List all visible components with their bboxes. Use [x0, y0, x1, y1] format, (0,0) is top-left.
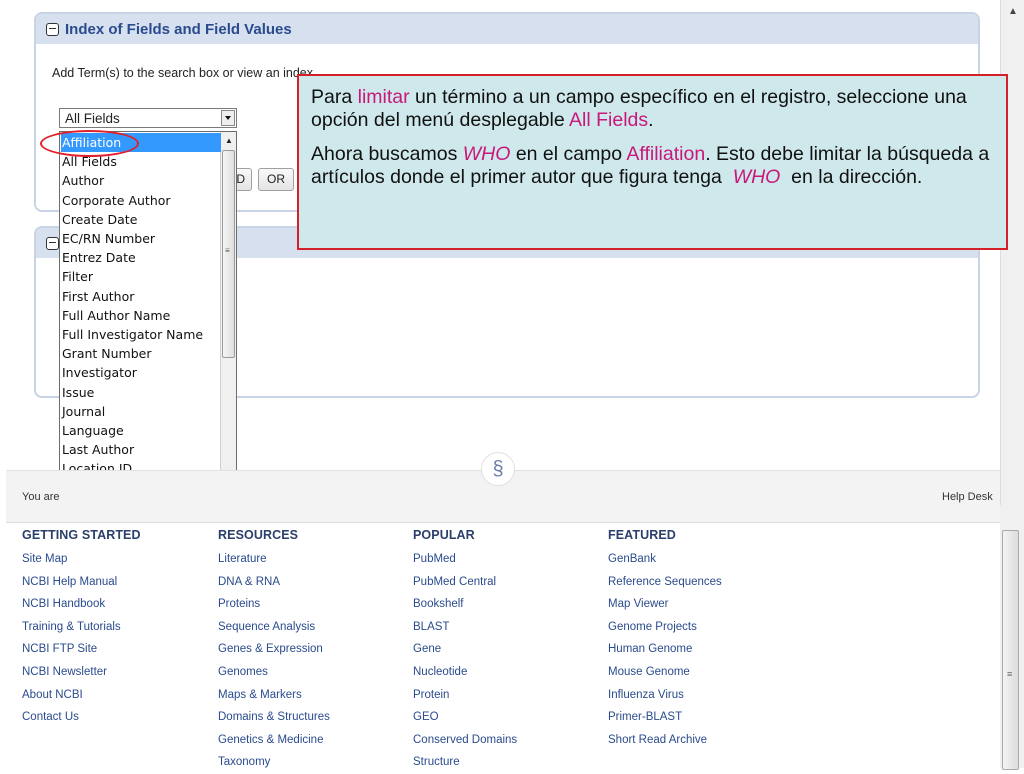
- dropdown-scroll-thumb[interactable]: ≡: [222, 150, 235, 358]
- footer-column: POPULAR PubMed PubMed Central Bookshelf BLAS…: [413, 528, 517, 774]
- callout-paragraph-1: Para limitar un término a un campo espec…: [311, 86, 994, 132]
- callout-text: Para: [311, 86, 358, 108]
- footer-link[interactable]: Genetics & Medicine: [218, 729, 330, 752]
- dropdown-option[interactable]: Grant Number: [61, 344, 221, 363]
- dropdown-scrollbar[interactable]: ▲ ≡ ▼: [220, 132, 236, 516]
- dropdown-option[interactable]: Investigator: [61, 363, 221, 382]
- footer-link[interactable]: Domains & Structures: [218, 706, 330, 729]
- footer-link[interactable]: Reference Sequences: [608, 571, 722, 594]
- callout-text: .: [648, 109, 654, 131]
- footer-link[interactable]: Proteins: [218, 593, 330, 616]
- footer-link[interactable]: Bookshelf: [413, 593, 517, 616]
- footer-column-title: GETTING STARTED: [22, 528, 141, 542]
- footer-link[interactable]: PubMed: [413, 548, 517, 571]
- footer-column-title: FEATURED: [608, 528, 676, 542]
- chevron-down-icon[interactable]: [221, 110, 235, 126]
- you-are-here-text: You are: [22, 491, 60, 503]
- footer-link[interactable]: Training & Tutorials: [22, 616, 141, 639]
- field-select-value: All Fields: [65, 111, 120, 126]
- index-helper-text: Add Term(s) to the search box or view an…: [52, 66, 317, 80]
- footer-link[interactable]: Site Map: [22, 548, 141, 571]
- index-panel-header[interactable]: Index of Fields and Field Values: [36, 14, 978, 44]
- field-select[interactable]: All Fields: [59, 108, 237, 128]
- grip-icon: ≡: [1007, 669, 1013, 679]
- callout-emphasis: WHO: [462, 143, 511, 165]
- footer-link[interactable]: Influenza Virus: [608, 684, 722, 707]
- dropdown-option[interactable]: Journal: [61, 402, 221, 421]
- footer-link[interactable]: Nucleotide: [413, 661, 517, 684]
- footer-link[interactable]: Sequence Analysis: [218, 616, 330, 639]
- field-dropdown-list[interactable]: ▲ ≡ ▼ AffiliationAll FieldsAuthorCorpora…: [59, 131, 237, 517]
- footer-column: GETTING STARTED Site Map NCBI Help Manual N…: [22, 528, 141, 729]
- footer-divider: [6, 522, 1000, 523]
- dropdown-option[interactable]: Language: [61, 421, 221, 440]
- footer-link[interactable]: GEO: [413, 706, 517, 729]
- dropdown-option[interactable]: Author: [61, 171, 221, 190]
- footer-link[interactable]: DNA & RNA: [218, 571, 330, 594]
- index-panel-title: Index of Fields and Field Values: [65, 20, 292, 38]
- dropdown-option[interactable]: Issue: [61, 383, 221, 402]
- footer-link[interactable]: Taxonomy: [218, 751, 330, 774]
- dropdown-option[interactable]: Last Author: [61, 440, 221, 459]
- footer-link[interactable]: Mouse Genome: [608, 661, 722, 684]
- grip-icon: ≡: [225, 246, 230, 255]
- help-desk-link[interactable]: Help Desk: [942, 491, 993, 503]
- ncbi-logo-icon: §: [481, 452, 515, 486]
- dropdown-option[interactable]: First Author: [61, 287, 221, 306]
- footer-link[interactable]: PubMed Central: [413, 571, 517, 594]
- dropdown-option[interactable]: Entrez Date: [61, 248, 221, 267]
- footer-link[interactable]: NCBI Newsletter: [22, 661, 141, 684]
- collapse-minus-icon[interactable]: [46, 236, 59, 250]
- dropdown-option[interactable]: EC/RN Number: [61, 229, 221, 248]
- footer-column-title: POPULAR: [413, 528, 475, 542]
- footer-link[interactable]: Literature: [218, 548, 330, 571]
- footer-link[interactable]: Genes & Expression: [218, 638, 330, 661]
- footer-link[interactable]: Short Read Archive: [608, 729, 722, 752]
- scroll-up-arrow-icon[interactable]: ▲: [1008, 6, 1018, 17]
- footer-link[interactable]: Conserved Domains: [413, 729, 517, 752]
- callout-emphasis: WHO: [732, 166, 781, 188]
- highlight-ellipse: [40, 130, 139, 157]
- collapse-minus-icon[interactable]: [46, 22, 59, 36]
- dropdown-option[interactable]: Full Investigator Name: [61, 325, 221, 344]
- callout-text: Ahora buscamos: [311, 143, 463, 165]
- footer-link[interactable]: Genome Projects: [608, 616, 722, 639]
- page-scrollbar-thumb[interactable]: ≡: [1002, 530, 1019, 770]
- footer-link[interactable]: GenBank: [608, 548, 722, 571]
- callout-emphasis: Affiliation: [626, 143, 706, 165]
- footer-link[interactable]: About NCBI: [22, 684, 141, 707]
- footer-link[interactable]: Map Viewer: [608, 593, 722, 616]
- footer-link[interactable]: Primer-BLAST: [608, 706, 722, 729]
- footer-link[interactable]: Structure: [413, 751, 517, 774]
- dropdown-option[interactable]: Filter: [61, 267, 221, 286]
- dropdown-option[interactable]: Create Date: [61, 210, 221, 229]
- instruction-callout: Para limitar un término a un campo espec…: [297, 74, 1008, 250]
- footer-link[interactable]: NCBI Help Manual: [22, 571, 141, 594]
- footer-column: RESOURCES Literature DNA & RNA Proteins Sequ…: [218, 528, 330, 774]
- footer-link[interactable]: NCBI FTP Site: [22, 638, 141, 661]
- footer-link[interactable]: Contact Us: [22, 706, 141, 729]
- callout-paragraph-2: Ahora buscamos WHO en el campo Affiliati…: [311, 143, 994, 189]
- callout-emphasis: All Fields: [569, 109, 649, 131]
- footer-column-title: RESOURCES: [218, 528, 299, 542]
- or-button[interactable]: OR: [258, 168, 294, 191]
- footer-link[interactable]: NCBI Handbook: [22, 593, 141, 616]
- scroll-up-arrow-icon[interactable]: ▲: [225, 136, 233, 145]
- footer-link[interactable]: Maps & Markers: [218, 684, 330, 707]
- footer-link[interactable]: Genomes: [218, 661, 330, 684]
- dropdown-option[interactable]: Full Author Name: [61, 306, 221, 325]
- callout-text: en el campo: [510, 143, 627, 165]
- footer-link[interactable]: Human Genome: [608, 638, 722, 661]
- footer-link[interactable]: Protein: [413, 684, 517, 707]
- footer-column: FEATURED GenBank Reference Sequences Map Vi…: [608, 528, 722, 751]
- footer-link[interactable]: BLAST: [413, 616, 517, 639]
- callout-text: en la dirección.: [785, 166, 923, 188]
- dropdown-option[interactable]: Corporate Author: [61, 191, 221, 210]
- callout-emphasis: limitar: [357, 86, 410, 108]
- footer-link[interactable]: Gene: [413, 638, 517, 661]
